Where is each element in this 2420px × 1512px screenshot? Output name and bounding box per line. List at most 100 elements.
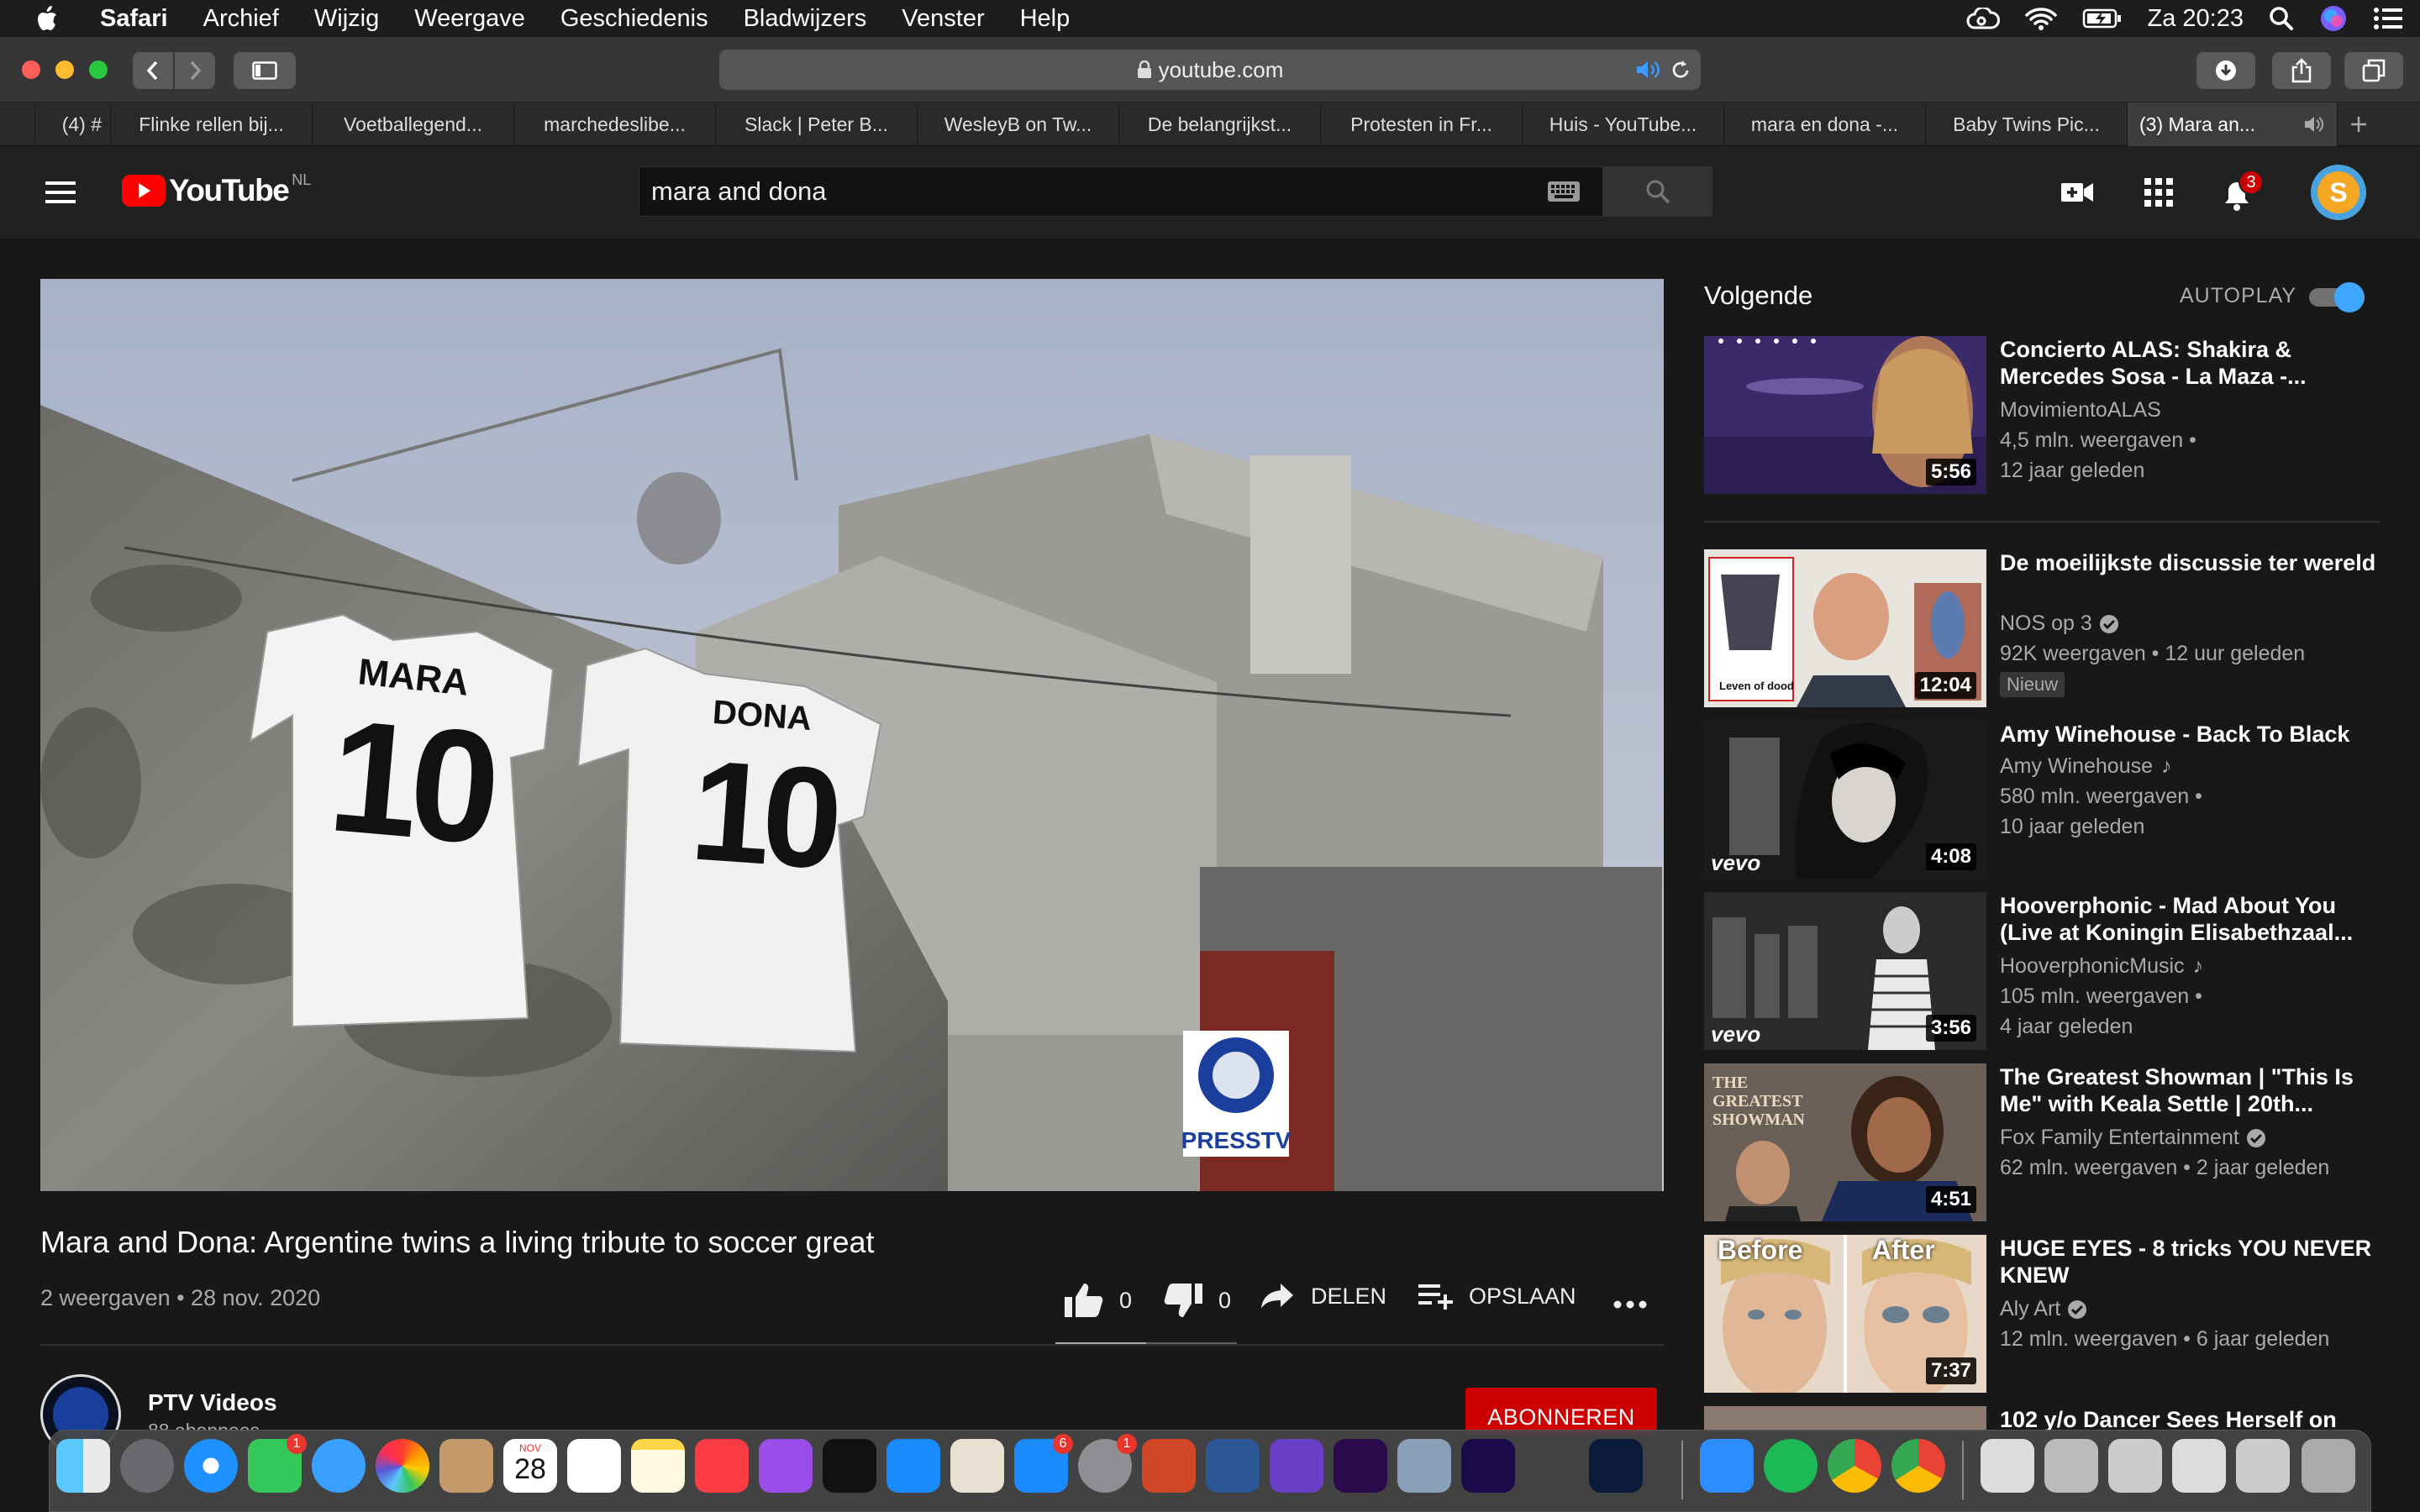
imovie-icon[interactable] bbox=[1270, 1439, 1323, 1493]
video-card-title[interactable]: Hooverphonic - Mad About You (Live at Ko… bbox=[2000, 892, 2378, 946]
create-video-icon[interactable] bbox=[2060, 181, 2094, 204]
video-card-channel[interactable]: MovimientoALAS bbox=[2000, 398, 2161, 423]
up-next-video-card[interactable]: 102 y/o Dancer Sees Herself on bbox=[1704, 1406, 2393, 1431]
apps-grid-icon[interactable] bbox=[2144, 178, 2173, 207]
share-video-button[interactable]: DELEN bbox=[1260, 1283, 1386, 1310]
back-button[interactable] bbox=[133, 52, 173, 89]
menu-help[interactable]: Help bbox=[1020, 5, 1071, 33]
video-card-channel[interactable]: HooverphonicMusic ♪ bbox=[2000, 954, 2203, 979]
video-card-title[interactable]: HUGE EYES - 8 tricks YOU NEVER KNEW bbox=[2000, 1235, 2378, 1289]
image-capture-icon[interactable] bbox=[1397, 1439, 1451, 1493]
tab-active-mara-and-dona[interactable]: (3) Mara an... bbox=[2128, 102, 2338, 146]
premiere-pro-icon[interactable] bbox=[1334, 1439, 1387, 1493]
apple-icon[interactable] bbox=[29, 0, 66, 37]
search-button[interactable] bbox=[1603, 166, 1712, 217]
chrome-icon[interactable] bbox=[1828, 1439, 1881, 1493]
photos-icon[interactable] bbox=[376, 1439, 429, 1493]
tab-marchedeslibe[interactable]: marchedeslibe... bbox=[514, 102, 716, 146]
music-icon[interactable] bbox=[695, 1439, 749, 1493]
after-effects-icon[interactable] bbox=[1461, 1439, 1515, 1493]
forward-button[interactable] bbox=[175, 52, 215, 89]
tab-huis-youtube[interactable]: Huis - YouTube... bbox=[1523, 102, 1724, 146]
word-icon[interactable] bbox=[1206, 1439, 1260, 1493]
tab-voetballegend[interactable]: Voetballegend... bbox=[313, 102, 514, 146]
tab-audio-icon[interactable] bbox=[2303, 116, 2325, 133]
new-tab-button[interactable] bbox=[2338, 102, 2380, 146]
preview-icon[interactable] bbox=[950, 1439, 1004, 1493]
finder-icon[interactable] bbox=[56, 1439, 110, 1493]
notification-center-icon[interactable] bbox=[2373, 7, 2403, 30]
subscribe-button[interactable]: ABONNEREN bbox=[1465, 1388, 1657, 1435]
video-thumbnail[interactable] bbox=[1704, 1406, 1986, 1431]
minimized-window-3[interactable] bbox=[2108, 1439, 2162, 1493]
menu-weergave[interactable]: Weergave bbox=[414, 5, 525, 33]
reminders-icon[interactable] bbox=[567, 1439, 621, 1493]
up-next-video-card[interactable]: THE GREATEST SHOWMAN 4:51 The Greatest S… bbox=[1704, 1063, 2393, 1223]
menu-bladwijzers[interactable]: Bladwijzers bbox=[744, 5, 867, 33]
share-button[interactable] bbox=[2272, 52, 2331, 89]
photoshop-icon[interactable] bbox=[1589, 1439, 1643, 1493]
menubar-clock[interactable]: Za 20:23 bbox=[2148, 5, 2244, 33]
apple-tv-icon[interactable] bbox=[823, 1439, 876, 1493]
video-player[interactable]: PRESSTV MARA 10 DONA 10 bbox=[40, 279, 1664, 1191]
zoom-icon[interactable] bbox=[1700, 1439, 1754, 1493]
minimize-window-button[interactable] bbox=[55, 60, 74, 79]
spotlight-search-icon[interactable] bbox=[2269, 6, 2294, 31]
autoplay-toggle[interactable] bbox=[2306, 282, 2365, 312]
menu-geschiedenis[interactable]: Geschiedenis bbox=[560, 5, 708, 33]
system-preferences-icon[interactable]: 1 bbox=[1078, 1434, 1137, 1493]
up-next-video-card[interactable]: 5:56 Concierto ALAS: Shakira & Mercedes … bbox=[1704, 336, 2393, 496]
video-card-title[interactable]: Amy Winehouse - Back To Black bbox=[2000, 721, 2378, 748]
safari-icon[interactable] bbox=[184, 1439, 238, 1493]
app-store-icon[interactable]: 6 bbox=[1014, 1434, 1073, 1493]
menu-archief[interactable]: Archief bbox=[203, 5, 279, 33]
spotify-icon[interactable] bbox=[1764, 1439, 1818, 1493]
video-card-channel[interactable]: Amy Winehouse ♪ bbox=[2000, 754, 2172, 779]
minimized-window-2[interactable] bbox=[2044, 1439, 2098, 1493]
video-thumbnail[interactable]: Leven of dood 12:04 bbox=[1704, 549, 1986, 707]
keyboard-icon[interactable] bbox=[1547, 181, 1581, 202]
video-card-title[interactable]: De moeilijkste discussie ter wereld bbox=[2000, 549, 2378, 576]
reload-icon[interactable] bbox=[1670, 59, 1691, 81]
channel-name[interactable]: PTV Videos bbox=[148, 1389, 277, 1416]
powerpoint-icon[interactable] bbox=[1142, 1439, 1196, 1493]
tab-wesleyb[interactable]: WesleyB on Tw... bbox=[918, 102, 1119, 146]
tab-youtube-4[interactable]: (4) # bbox=[35, 102, 111, 146]
video-card-title[interactable]: Concierto ALAS: Shakira & Mercedes Sosa … bbox=[2000, 336, 2378, 390]
creative-cloud-icon[interactable] bbox=[1966, 8, 2000, 29]
youtube-logo[interactable]: YouTube NL bbox=[122, 171, 311, 207]
tab-mara-en-dona[interactable]: mara en dona -... bbox=[1724, 102, 1926, 146]
facetime-icon[interactable]: 1 bbox=[248, 1434, 307, 1493]
menu-venster[interactable]: Venster bbox=[902, 5, 984, 33]
wifi-icon[interactable] bbox=[2024, 7, 2057, 30]
downloads-button[interactable] bbox=[2196, 52, 2255, 89]
up-next-video-card[interactable]: vevo 3:56 Hooverphonic - Mad About You (… bbox=[1704, 892, 2393, 1052]
up-next-video-card[interactable]: vevo 4:08 Amy Winehouse - Back To Black … bbox=[1704, 721, 2393, 880]
keynote-icon[interactable] bbox=[886, 1439, 940, 1493]
trash-icon[interactable] bbox=[2302, 1439, 2355, 1493]
search-input[interactable]: mara and dona bbox=[639, 166, 1603, 217]
minimized-window-1[interactable] bbox=[1981, 1439, 2034, 1493]
launchpad-icon[interactable] bbox=[120, 1439, 174, 1493]
tab-protesten[interactable]: Protesten in Fr... bbox=[1321, 102, 1523, 146]
menu-safari[interactable]: Safari bbox=[100, 5, 168, 33]
minimized-window-4[interactable] bbox=[2172, 1439, 2226, 1493]
messages-icon[interactable] bbox=[312, 1439, 366, 1493]
video-thumbnail[interactable]: vevo 3:56 bbox=[1704, 892, 1986, 1050]
tab-baby-twins[interactable]: Baby Twins Pic... bbox=[1926, 102, 2128, 146]
podcasts-icon[interactable] bbox=[759, 1439, 813, 1493]
video-thumbnail[interactable]: 5:56 bbox=[1704, 336, 1986, 494]
video-thumbnail[interactable]: THE GREATEST SHOWMAN 4:51 bbox=[1704, 1063, 1986, 1221]
zoom-window-button[interactable] bbox=[89, 60, 108, 79]
menu-wijzig[interactable]: Wijzig bbox=[314, 5, 379, 33]
more-actions-icon[interactable] bbox=[1613, 1300, 1647, 1309]
tab-flinke-rellen[interactable]: Flinke rellen bij... bbox=[111, 102, 313, 146]
help-icon[interactable] bbox=[1525, 1439, 1579, 1493]
video-thumbnail[interactable]: vevo 4:08 bbox=[1704, 721, 1986, 879]
tab-de-belangrijkst[interactable]: De belangrijkst... bbox=[1119, 102, 1321, 146]
battery-icon[interactable] bbox=[2082, 8, 2123, 29]
up-next-video-card[interactable]: Before After 7:37 HUGE EYES - 8 tricks Y… bbox=[1704, 1235, 2393, 1394]
tab-slack[interactable]: Slack | Peter B... bbox=[716, 102, 918, 146]
dislike-button[interactable]: 0 bbox=[1163, 1283, 1231, 1318]
notifications-button[interactable]: 3 bbox=[2222, 170, 2264, 217]
